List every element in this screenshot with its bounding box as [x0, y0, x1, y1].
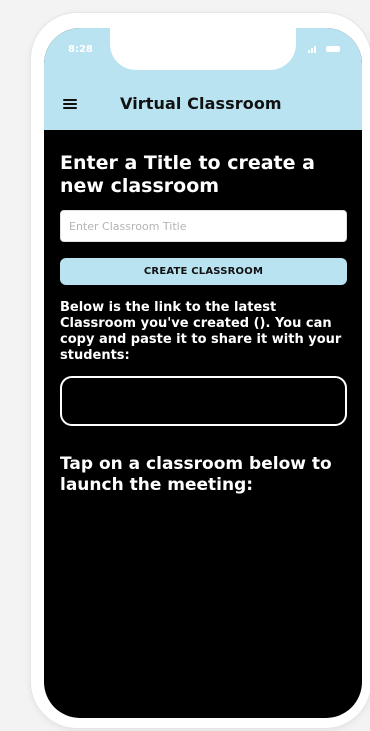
stage: 8:28 Virtual Classroom Enter a Title to …	[0, 0, 370, 731]
menu-icon[interactable]	[63, 99, 77, 109]
battery-icon	[326, 46, 340, 52]
signal-icon	[308, 45, 320, 53]
phone-frame: 8:28 Virtual Classroom Enter a Title to …	[31, 13, 370, 728]
phone-notch	[110, 28, 296, 70]
app-screen: 8:28 Virtual Classroom Enter a Title to …	[44, 28, 362, 718]
status-time: 8:28	[68, 44, 93, 55]
classroom-title-input[interactable]	[60, 210, 347, 242]
tap-classroom-prompt: Tap on a classroom below to launch the m…	[60, 454, 332, 495]
link-description: Below is the link to the latest Classroo…	[60, 300, 342, 363]
create-prompt: Enter a Title to create a new classroom	[60, 152, 315, 197]
create-classroom-button[interactable]: CREATE CLASSROOM	[60, 258, 347, 285]
main-content: Enter a Title to create a new classroom …	[60, 152, 349, 496]
page-title: Virtual Classroom	[120, 94, 282, 113]
status-indicators	[308, 45, 340, 53]
app-header: 8:28 Virtual Classroom	[44, 28, 362, 130]
classroom-link-box[interactable]	[60, 376, 347, 426]
